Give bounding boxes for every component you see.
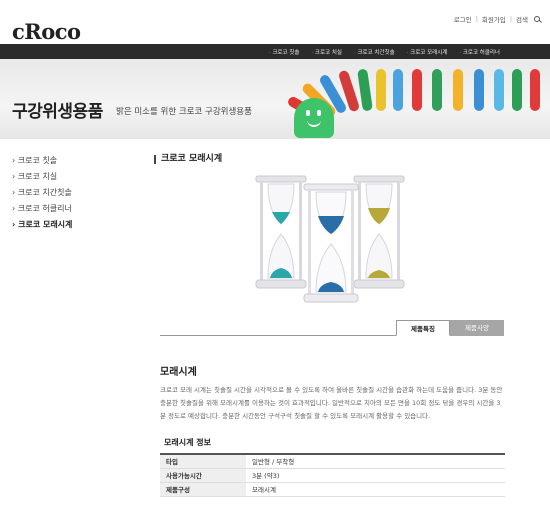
sidebar-item-tongue-cleaner[interactable]: 크로코 허클리너 xyxy=(12,203,72,219)
gnb-item-toothbrush[interactable]: 크로코 칫솔 xyxy=(269,48,299,56)
info-title: 모래시계 정보 xyxy=(164,438,211,447)
tab-features[interactable]: 제품특징 xyxy=(396,320,450,336)
gnb-item-tongue-cleaner[interactable]: 크로코 허클리너 xyxy=(459,48,500,56)
divider: | xyxy=(475,15,478,23)
site-logo[interactable]: cRoco xyxy=(12,19,81,44)
table-row: 사용가능시간 3분 (약3) xyxy=(160,468,505,483)
login-link[interactable]: 로그인 xyxy=(454,14,472,24)
spec-value: 모래시계 xyxy=(246,482,505,497)
search-icon[interactable] xyxy=(534,16,540,22)
spec-label: 제품구성 xyxy=(160,482,246,497)
tab-specs[interactable]: 제품사양 xyxy=(450,320,504,336)
hero-banner: 구강위생용품 밝은 미소를 위한 크로코 구강위생용품 xyxy=(0,59,550,139)
sand-timer-olive xyxy=(353,175,405,289)
table-row: 제품구성 모래시계 xyxy=(160,482,505,497)
page-title: 크로코 모래시계 xyxy=(154,155,222,164)
global-nav: 크로코 칫솔 크로코 치실 크로코 치간칫솔 크로코 모래시계 크로코 허클리너 xyxy=(0,44,550,59)
section-title: 모래시계 xyxy=(160,367,197,378)
sidebar-item-toothbrush[interactable]: 크로코 칫솔 xyxy=(12,155,72,171)
mascot-character xyxy=(294,98,334,138)
spec-label: 사용가능시간 xyxy=(160,468,246,483)
table-row: 타입 일반형 / 부착형 xyxy=(160,454,505,469)
sand-timer-blue xyxy=(303,183,359,303)
banner-subtitle: 밝은 미소를 위한 크로코 구강위생용품 xyxy=(116,107,252,117)
spec-label: 타입 xyxy=(160,454,246,469)
banner-title: 구강위생용품 xyxy=(12,102,103,122)
gnb-item-floss[interactable]: 크로코 치실 xyxy=(311,48,342,56)
search-link[interactable]: 검색 xyxy=(516,14,528,24)
site-header: cRoco 로그인 | 회원가입 | 검색 xyxy=(0,0,550,44)
spec-value: 3분 (약3) xyxy=(246,468,505,483)
sidebar-item-sand-timer[interactable]: 크로코 모래시계 xyxy=(12,219,72,235)
utility-nav: 로그인 | 회원가입 | 검색 xyxy=(454,14,540,24)
sidebar-nav: 크로코 칫솔 크로코 치실 크로코 치간칫솔 크로코 허클리너 크로코 모래시계 xyxy=(12,155,73,235)
join-link[interactable]: 회원가입 xyxy=(482,14,506,24)
sidebar-item-interdental-brush[interactable]: 크로코 치간칫솔 xyxy=(12,187,72,203)
sand-timer-teal xyxy=(255,175,307,289)
sand-timer-product-image xyxy=(255,175,405,303)
gnb-item-sand-timer[interactable]: 크로코 모래시계 xyxy=(407,48,447,56)
spec-table: 타입 일반형 / 부착형 사용가능시간 3분 (약3) 제품구성 모래시계 xyxy=(160,453,505,497)
product-description: 크로코 모래 시계는 칫솔질 시간을 시각적으로 볼 수 있도록 하여 올바른 … xyxy=(160,386,503,420)
sidebar-item-floss[interactable]: 크로코 치실 xyxy=(12,171,72,187)
spec-value: 일반형 / 부착형 xyxy=(246,454,505,469)
gnb-item-interdental-brush[interactable]: 크로코 치간칫솔 xyxy=(354,48,394,56)
divider: | xyxy=(509,15,513,23)
